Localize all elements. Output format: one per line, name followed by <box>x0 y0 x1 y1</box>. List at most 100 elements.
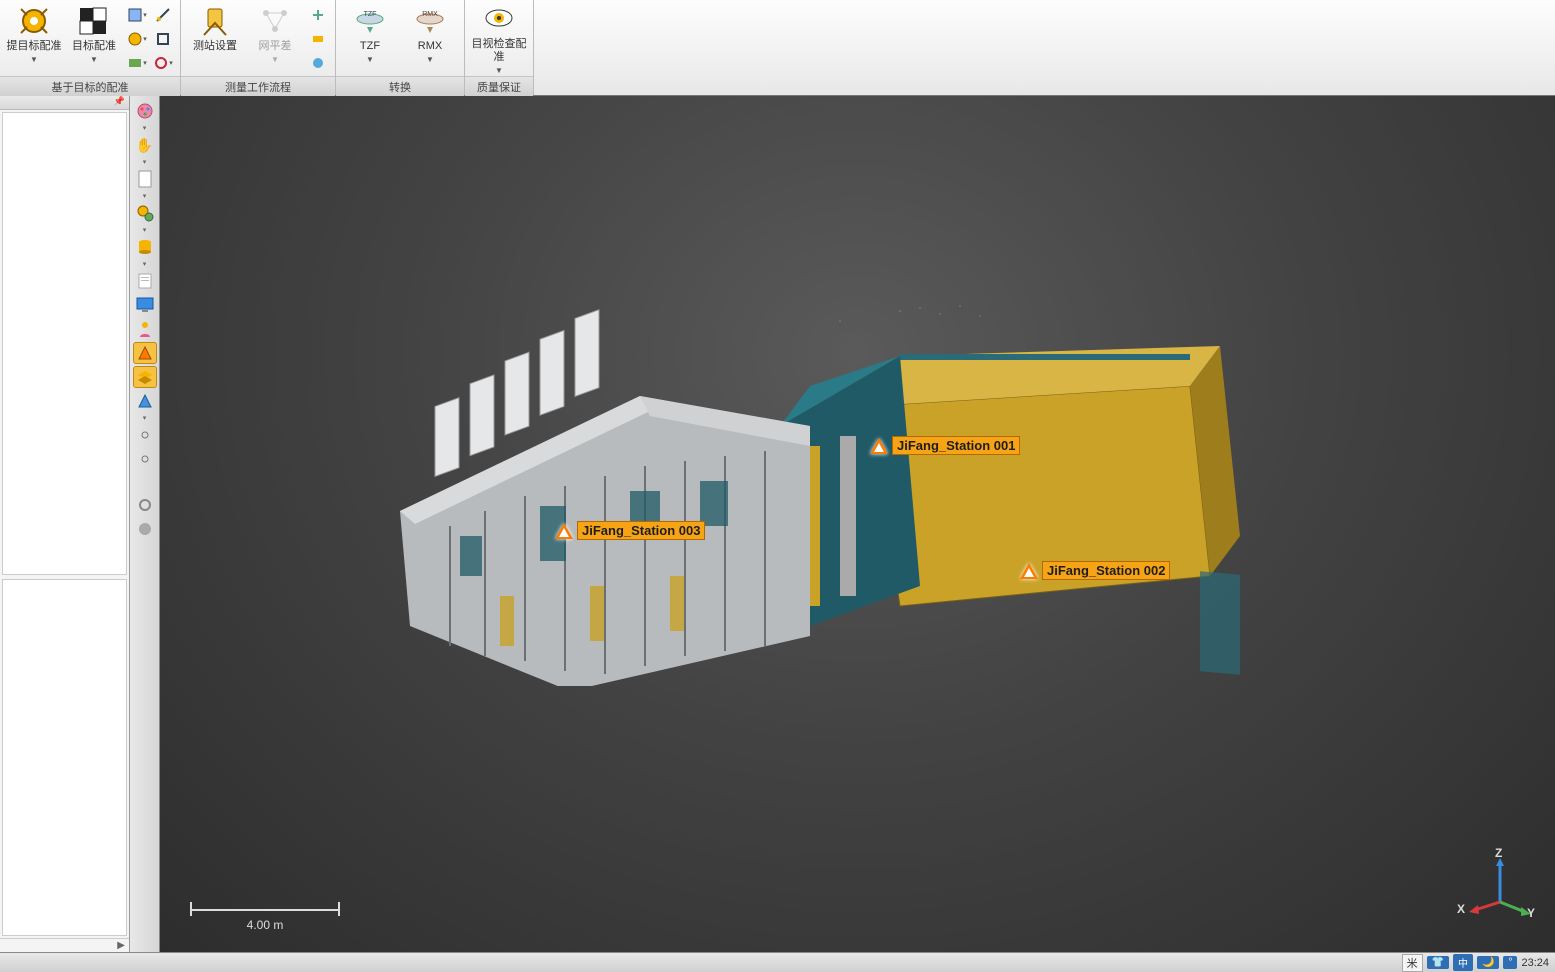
axis-y-label: Y <box>1527 906 1535 920</box>
status-unit: 米 <box>1402 954 1423 972</box>
small-tool-6[interactable]: ▾ <box>152 52 174 74</box>
scale-bar: 4.00 m <box>190 902 340 932</box>
station-setup-icon <box>197 4 233 38</box>
btn-label: RMX <box>418 40 442 53</box>
btn-label: 目标配准 <box>72 40 116 53</box>
small-buttons-col3 <box>307 2 329 74</box>
vtool-screen[interactable] <box>133 294 157 316</box>
vtool-dot1[interactable] <box>133 424 157 446</box>
vtool-triangle-yellow[interactable] <box>133 342 157 364</box>
small-tool-2[interactable]: ▾ <box>126 28 148 50</box>
ribbon-group-target: 提目标配准 ▼ 目标配准 ▼ ▾ ▾ ▾ ▾ 基于目标的配准 <box>0 0 181 95</box>
small-survey-1[interactable] <box>307 4 329 26</box>
chevron-down-icon: ▾ <box>143 226 147 234</box>
moon-icon[interactable]: 🌙 <box>1477 956 1499 969</box>
vertical-toolbar: ▾ ✋ ▾ ▾ ▾ ▾ ▾ <box>130 96 160 952</box>
small-buttons-col2: ▾ <box>152 2 174 74</box>
small-survey-3[interactable] <box>307 52 329 74</box>
station-label: JiFang_Station 003 <box>577 521 705 540</box>
small-tool-5[interactable] <box>152 28 174 50</box>
small-tool-1[interactable]: ▾ <box>126 4 148 26</box>
triangle-icon <box>870 438 888 454</box>
scroll-right[interactable]: ▶ <box>0 938 129 952</box>
status-deg[interactable]: ° <box>1503 956 1517 969</box>
chevron-down-icon: ▼ <box>426 55 434 65</box>
small-tool-4[interactable] <box>152 4 174 26</box>
vtool-doc[interactable] <box>133 270 157 292</box>
chevron-down-icon: ▾ <box>143 260 147 268</box>
vtool-hand[interactable]: ✋ <box>133 134 157 156</box>
vtool-cylinder[interactable] <box>133 236 157 258</box>
chevron-down-icon: ▼ <box>90 55 98 65</box>
axis-x-label: X <box>1457 902 1465 916</box>
station-setup-button[interactable]: 测站设置 <box>187 2 243 76</box>
point-cloud-model <box>340 296 1240 686</box>
chevron-down-icon: ▾ <box>143 124 147 132</box>
status-ime[interactable]: 中 <box>1453 954 1473 971</box>
chevron-down-icon: ▾ <box>143 158 147 166</box>
station-label: JiFang_Station 002 <box>1042 561 1170 580</box>
small-tool-3[interactable]: ▾ <box>126 52 148 74</box>
left-panel: 📌 ▶ <box>0 96 130 952</box>
ribbon: 提目标配准 ▼ 目标配准 ▼ ▾ ▾ ▾ ▾ 基于目标的配准 <box>0 0 1555 96</box>
chevron-down-icon: ▼ <box>271 55 279 65</box>
btn-label: TZF <box>360 40 380 53</box>
status-bar: 米 👕 中 🌙 ° 23:24 <box>0 952 1555 972</box>
panel-pin[interactable]: 📌 <box>0 96 129 110</box>
properties-panel[interactable] <box>2 579 127 936</box>
target-register-button[interactable]: 目标配准 ▼ <box>66 2 122 76</box>
ribbon-group-survey: 测站设置 网平差 ▼ 测量工作流程 <box>181 0 336 95</box>
group-label: 质量保证 <box>465 76 533 97</box>
triangle-icon <box>1020 563 1038 579</box>
vtool-dot2[interactable] <box>133 448 157 470</box>
extract-target-register-button[interactable]: 提目标配准 ▼ <box>6 2 62 76</box>
svg-text:TZF: TZF <box>364 11 377 18</box>
vtool-layers[interactable] <box>133 366 157 388</box>
chevron-down-icon: ▾ <box>143 192 147 200</box>
scale-value: 4.00 m <box>190 918 340 932</box>
network-adjust-button: 网平差 ▼ <box>247 2 303 76</box>
chevron-down-icon: ▼ <box>30 55 38 65</box>
station-marker-002[interactable]: JiFang_Station 002 <box>1020 561 1170 580</box>
ribbon-group-qa: 目视检查配准 ▼ 质量保证 <box>465 0 534 95</box>
btn-label: 目视检查配准 <box>471 38 527 64</box>
visual-check-register-button[interactable]: 目视检查配准 ▼ <box>471 2 527 76</box>
chevron-down-icon: ▼ <box>495 66 503 76</box>
ribbon-group-convert: TZF TZF ▼ RMX RMX ▼ 转换 <box>336 0 465 95</box>
group-label: 转换 <box>336 76 464 97</box>
status-time: 23:24 <box>1521 957 1549 969</box>
vtool-triangle-blue[interactable] <box>133 390 157 412</box>
small-buttons-col: ▾ ▾ ▾ <box>126 2 148 74</box>
small-survey-2[interactable] <box>307 28 329 50</box>
tzf-button[interactable]: TZF TZF ▼ <box>342 2 398 76</box>
target-yellow-icon <box>16 4 52 38</box>
svg-text:RMX: RMX <box>422 11 438 18</box>
btn-label: 测站设置 <box>193 40 237 53</box>
vtool-palette[interactable] <box>133 100 157 122</box>
btn-label: 提目标配准 <box>7 40 62 53</box>
axis-z-label: Z <box>1495 846 1502 860</box>
vtool-page[interactable] <box>133 168 157 190</box>
btn-label: 网平差 <box>259 40 292 53</box>
vtool-circle1[interactable] <box>133 494 157 516</box>
network-adjust-icon <box>257 4 293 38</box>
station-marker-003[interactable]: JiFang_Station 003 <box>555 521 705 540</box>
tree-panel[interactable] <box>2 112 127 575</box>
triangle-icon <box>555 523 573 539</box>
status-ime-icon[interactable]: 👕 <box>1427 956 1449 969</box>
station-marker-001[interactable]: JiFang_Station 001 <box>870 436 1020 455</box>
station-label: JiFang_Station 001 <box>892 436 1020 455</box>
tzf-icon: TZF <box>352 4 388 38</box>
rmx-button[interactable]: RMX RMX ▼ <box>402 2 458 76</box>
group-label: 基于目标的配准 <box>0 76 180 97</box>
chevron-down-icon: ▼ <box>366 55 374 65</box>
vtool-gears[interactable] <box>133 202 157 224</box>
viewport-3d[interactable]: JiFang_Station 001 JiFang_Station 002 Ji… <box>160 96 1555 952</box>
eye-check-icon <box>481 4 517 36</box>
vtool-person[interactable] <box>133 318 157 340</box>
target-check-icon <box>76 4 112 38</box>
vtool-circle2[interactable] <box>133 518 157 540</box>
axis-gizmo[interactable]: Z X Y <box>1465 852 1535 922</box>
chevron-down-icon: ▾ <box>143 414 147 422</box>
group-label: 测量工作流程 <box>181 76 335 97</box>
